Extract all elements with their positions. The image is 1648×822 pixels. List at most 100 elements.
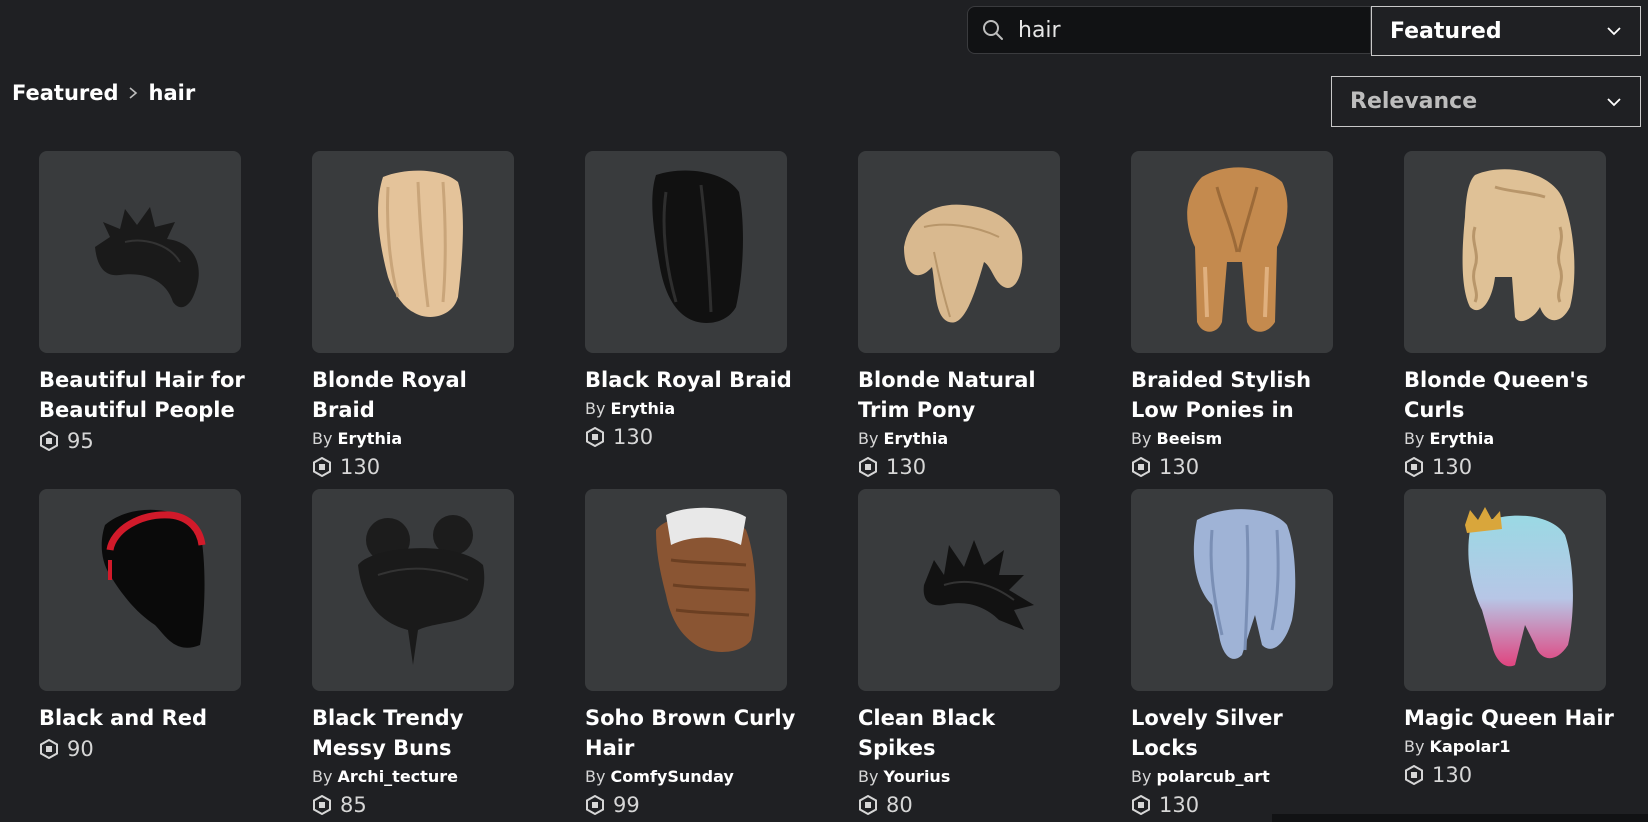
item-thumbnail[interactable] (1131, 151, 1333, 353)
black-spiky-hair-icon (95, 207, 199, 308)
item-name[interactable]: Blonde Royal Braid (312, 365, 532, 425)
item-card[interactable]: Black Trendy Messy Buns By Archi_tecture… (312, 489, 514, 822)
by-label: By (1131, 429, 1152, 448)
search-bar[interactable] (967, 6, 1371, 54)
item-creator-line: By Erythia (858, 427, 1060, 451)
item-card[interactable]: Black and Red 90 (39, 489, 241, 822)
item-price-value: 80 (886, 793, 913, 817)
category-dropdown[interactable]: Featured (1371, 6, 1641, 56)
item-card[interactable]: Lovely Silver Locks By polarcub_art 130 (1131, 489, 1333, 822)
item-thumbnail[interactable] (585, 151, 787, 353)
item-price-value: 130 (1159, 455, 1200, 479)
item-thumbnail[interactable] (1404, 489, 1606, 691)
item-card[interactable]: Blonde Royal Braid By Erythia 130 (312, 151, 514, 489)
item-thumbnail[interactable] (585, 489, 787, 691)
item-creator-link[interactable]: Yourius (884, 767, 951, 786)
item-thumbnail[interactable] (1404, 151, 1606, 353)
item-name[interactable]: Blonde Queen's Curls (1404, 365, 1624, 425)
item-price: 90 (39, 735, 241, 763)
item-creator-link[interactable]: Erythia (884, 429, 949, 448)
item-price: 130 (585, 423, 787, 451)
black-spikes-hair-icon (923, 540, 1034, 630)
item-price: 80 (858, 791, 1060, 819)
item-price-value: 95 (67, 429, 94, 453)
item-thumbnail[interactable] (858, 489, 1060, 691)
item-creator-line: By polarcub_art (1131, 765, 1333, 789)
item-thumbnail[interactable] (1131, 489, 1333, 691)
item-creator-link[interactable]: Archi_tecture (338, 767, 458, 786)
item-name[interactable]: Braided Stylish Low Ponies in (1131, 365, 1351, 425)
item-creator-link[interactable]: ComfySunday (611, 767, 734, 786)
robux-icon (39, 739, 59, 759)
item-name[interactable]: Blonde Natural Trim Pony (858, 365, 1078, 425)
item-name[interactable]: Black Trendy Messy Buns (312, 703, 532, 763)
item-creator-link[interactable]: Beeism (1157, 429, 1223, 448)
item-thumbnail[interactable] (858, 151, 1060, 353)
item-name[interactable]: Lovely Silver Locks (1131, 703, 1351, 763)
item-price: 130 (1404, 453, 1606, 481)
robux-icon (858, 795, 878, 815)
item-name[interactable]: Beautiful Hair for Beautiful People (39, 365, 259, 425)
chevron-down-icon (1606, 23, 1622, 39)
sort-dropdown[interactable]: Relevance (1331, 76, 1641, 127)
silver-locks-hair-icon (1193, 509, 1296, 659)
by-label: By (858, 429, 879, 448)
brown-curly-hair-icon (656, 507, 756, 652)
item-thumbnail[interactable] (312, 489, 514, 691)
black-red-hair-icon (101, 509, 206, 648)
item-card[interactable]: Blonde Queen's Curls By Erythia 130 (1404, 151, 1606, 489)
item-card[interactable]: Soho Brown Curly Hair By ComfySunday 99 (585, 489, 795, 822)
item-card[interactable]: Magic Queen Hair By Kapolar1 130 (1404, 489, 1614, 822)
breadcrumb-current: hair (148, 81, 196, 105)
breadcrumb: Featured hair (12, 78, 195, 108)
robux-icon (585, 427, 605, 447)
item-name[interactable]: Black Royal Braid (585, 365, 805, 395)
item-creator-link[interactable]: Kapolar1 (1430, 737, 1511, 756)
blonde-curls-hair-icon (1462, 169, 1575, 322)
category-dropdown-label: Featured (1390, 18, 1502, 44)
breadcrumb-featured-link[interactable]: Featured (12, 81, 119, 105)
item-thumbnail[interactable] (39, 489, 241, 691)
item-price-value: 99 (613, 793, 640, 817)
item-price: 130 (1131, 453, 1333, 481)
item-price-value: 130 (1432, 763, 1473, 787)
item-creator-link[interactable]: Erythia (611, 399, 676, 418)
item-price-value: 130 (613, 425, 654, 449)
item-creator-link[interactable]: Erythia (338, 429, 403, 448)
item-creator-link[interactable]: polarcub_art (1157, 767, 1270, 786)
catalog-page: Featured Relevance Featured hair Beauti (0, 0, 1648, 822)
item-price-value: 130 (1159, 793, 1200, 817)
item-name[interactable]: Black and Red (39, 703, 259, 733)
item-price: 130 (858, 453, 1060, 481)
item-name[interactable]: Clean Black Spikes (858, 703, 1078, 763)
robux-icon (585, 795, 605, 815)
robux-icon (312, 457, 332, 477)
item-creator-link[interactable]: Erythia (1430, 429, 1495, 448)
braided-ponies-hair-icon (1187, 167, 1288, 332)
item-thumbnail[interactable] (312, 151, 514, 353)
item-price: 95 (39, 427, 241, 455)
item-name[interactable]: Soho Brown Curly Hair (585, 703, 805, 763)
search-icon (980, 17, 1006, 43)
item-card[interactable]: Black Royal Braid By Erythia 130 (585, 151, 792, 489)
robux-icon (858, 457, 878, 477)
item-creator-line: By Beeism (1131, 427, 1333, 451)
item-price-value: 130 (1432, 455, 1473, 479)
item-thumbnail[interactable] (39, 151, 241, 353)
robux-icon (1131, 457, 1151, 477)
robux-icon (312, 795, 332, 815)
item-card[interactable]: Blonde Natural Trim Pony By Erythia 130 (858, 151, 1060, 489)
item-card[interactable]: Braided Stylish Low Ponies in By Beeism … (1131, 151, 1333, 489)
item-price: 85 (312, 791, 514, 819)
item-price-value: 130 (340, 455, 381, 479)
item-price: 130 (312, 453, 514, 481)
chevron-right-icon (123, 83, 143, 103)
robux-icon (1404, 765, 1424, 785)
robux-icon (39, 431, 59, 451)
item-name[interactable]: Magic Queen Hair (1404, 703, 1624, 733)
item-card[interactable]: Clean Black Spikes By Yourius 80 (858, 489, 1060, 822)
black-buns-hair-icon (358, 515, 485, 665)
item-card[interactable]: Beautiful Hair for Beautiful People 95 (39, 151, 245, 489)
search-input[interactable] (1018, 17, 1370, 43)
sort-dropdown-label: Relevance (1350, 89, 1478, 114)
